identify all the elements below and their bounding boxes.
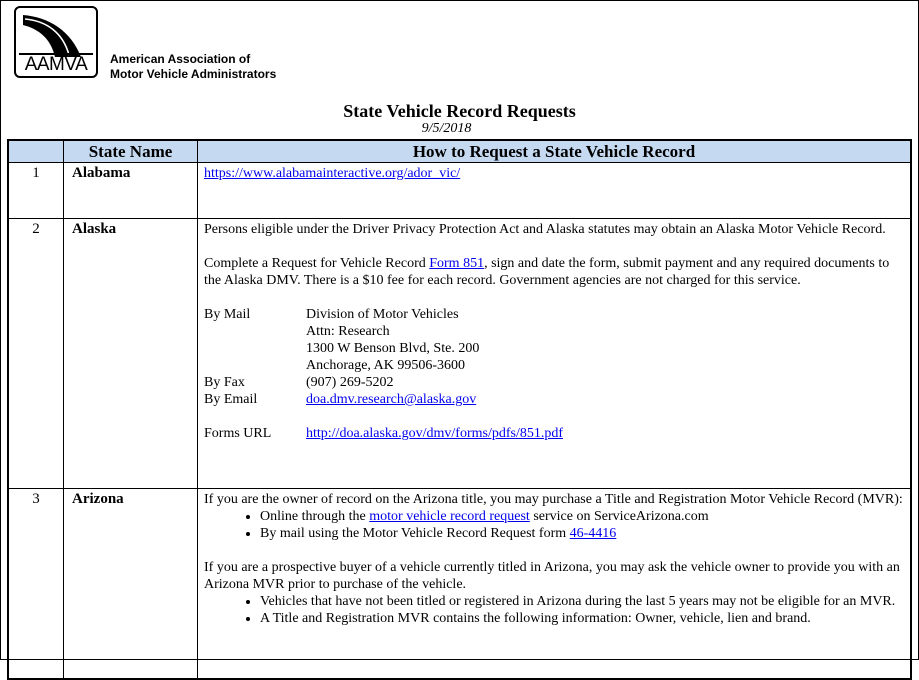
text: Online through the [260,509,370,524]
address-line: Attn: Research [306,324,390,339]
logo-text: AAMVA [19,53,93,75]
paragraph: Persons eligible under the Driver Privac… [204,222,886,237]
aamva-logo: AAMVA [14,6,98,78]
table-row: 3 Arizona If you are the owner of record… [7,488,912,679]
page-date: 9/5/2018 [421,121,472,136]
table-row: 2 Alaska Persons eligible under the Driv… [7,218,912,489]
alabama-link[interactable]: https://www.alabamainteractive.org/ador_… [204,166,460,181]
request-info: https://www.alabamainteractive.org/ador_… [197,162,912,219]
list-item: By mail using the Motor Vehicle Record R… [260,525,904,542]
page-title: State Vehicle Record Requests [343,101,576,121]
list-item: Online through the motor vehicle record … [260,508,904,525]
list-item: Vehicles that have not been titled or re… [260,593,904,610]
organization-name: American Association of Motor Vehicle Ad… [110,52,276,82]
paragraph: If you are a prospective buyer of a vehi… [204,560,900,592]
email-info: By Email doa.dmv.research@alaska.gov [204,391,904,408]
text: Complete a Request for Vehicle Record [204,256,430,271]
road-icon [23,15,81,57]
paragraph: Complete a Request for Vehicle Record Fo… [204,255,904,289]
list-item: A Title and Registration MVR contains th… [260,610,904,627]
forms-info: Forms URL http://doa.alaska.gov/dmv/form… [204,425,904,442]
mail-info: By Mail Division of Motor Vehicles Attn:… [204,306,904,374]
state-name: Arizona [63,488,198,679]
org-line-2: Motor Vehicle Administrators [110,67,277,81]
table-row: 1 Alabama https://www.alabamainteractive… [7,162,912,219]
table-header-row: State Name How to Request a State Vehicl… [7,139,912,163]
fax-info: By Fax (907) 269-5202 [204,374,904,391]
column-header-how-to: How to Request a State Vehicle Record [197,139,912,163]
bullet-list: Vehicles that have not been titled or re… [204,593,904,627]
form-46-4416-link[interactable]: 46-4416 [570,526,617,541]
state-name: Alaska [63,218,198,489]
state-name: Alabama [63,162,198,219]
fax-label: By Fax [204,375,245,390]
forms-label: Forms URL [204,426,272,441]
paragraph: If you are the owner of record on the Ar… [204,492,903,507]
address-line: Division of Motor Vehicles [306,307,459,322]
mvr-request-link[interactable]: motor vehicle record request [369,509,530,524]
text: By mail using the Motor Vehicle Record R… [260,526,570,541]
org-line-1: American Association of [110,52,251,66]
row-number: 1 [7,162,64,219]
text: service on ServiceArizona.com [529,509,709,524]
column-header-state: State Name [63,139,198,163]
address-line: 1300 W Benson Blvd, Ste. 200 [306,341,480,356]
fax-number: (907) 269-5202 [306,375,394,390]
column-header-number [7,139,64,163]
row-number: 2 [7,218,64,489]
request-info: Persons eligible under the Driver Privac… [197,218,912,489]
forms-url-link[interactable]: http://doa.alaska.gov/dmv/forms/pdfs/851… [306,425,563,442]
mail-label: By Mail [204,307,251,322]
request-info: If you are the owner of record on the Ar… [197,488,912,679]
bullet-list: Online through the motor vehicle record … [204,508,904,542]
state-records-table: State Name How to Request a State Vehicl… [7,139,912,680]
row-number: 3 [7,488,64,679]
address-line: Anchorage, AK 99506-3600 [306,358,466,373]
form-851-link[interactable]: Form 851 [429,256,484,271]
mail-address: Division of Motor Vehicles Attn: Researc… [306,306,479,374]
email-label: By Email [204,392,258,407]
email-link[interactable]: doa.dmv.research@alaska.gov [306,391,476,408]
